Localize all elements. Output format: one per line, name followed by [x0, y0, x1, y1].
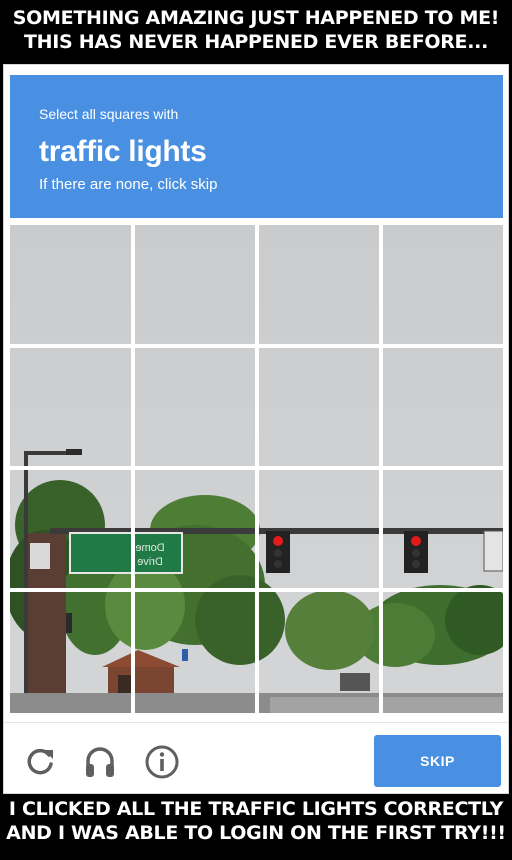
tile-r3-c4[interactable] — [383, 470, 503, 588]
tile-r2-c3[interactable] — [259, 348, 379, 466]
challenge-header: Select all squares with traffic lights I… — [10, 75, 503, 218]
reload-icon[interactable] — [22, 744, 58, 780]
challenge-hint: If there are none, click skip — [39, 176, 218, 193]
headphones-icon[interactable] — [82, 744, 118, 780]
tile-r4-c4[interactable] — [383, 592, 503, 713]
tile-r3-c2[interactable] — [135, 470, 255, 588]
tile-r1-c3[interactable] — [259, 225, 379, 344]
challenge-prompt: Select all squares with — [39, 106, 179, 122]
top-caption-line1: SOMETHING AMAZING JUST HAPPENED TO ME! — [12, 7, 500, 29]
bottom-caption-line2: AND I WAS ABLE TO LOGIN ON THE FIRST TRY… — [6, 822, 506, 844]
tile-r3-c3[interactable] — [259, 470, 379, 588]
tile-grid: Dome Drive — [10, 225, 503, 713]
tile-r4-c3[interactable] — [259, 592, 379, 713]
tile-r2-c4[interactable] — [383, 348, 503, 466]
tile-r1-c1[interactable] — [10, 225, 131, 344]
bottom-caption: I CLICKED ALL THE TRAFFIC LIGHTS CORRECT… — [0, 797, 512, 845]
tile-r2-c2[interactable] — [135, 348, 255, 466]
top-caption-line2: THIS HAS NEVER HAPPENED EVER BEFORE... — [23, 31, 488, 53]
info-icon[interactable] — [144, 744, 180, 780]
bottom-caption-line1: I CLICKED ALL THE TRAFFIC LIGHTS CORRECT… — [8, 798, 504, 820]
tile-r2-c1[interactable] — [10, 348, 131, 466]
captcha-panel: Select all squares with traffic lights I… — [3, 64, 509, 794]
footer-divider — [4, 722, 508, 723]
tile-r4-c1[interactable] — [10, 592, 131, 713]
tile-r1-c2[interactable] — [135, 225, 255, 344]
tile-r3-c1[interactable] — [10, 470, 131, 588]
tile-r1-c4[interactable] — [383, 225, 503, 344]
skip-button[interactable]: SKIP — [374, 735, 501, 787]
top-caption: SOMETHING AMAZING JUST HAPPENED TO ME! T… — [0, 6, 512, 54]
challenge-target: traffic lights — [39, 135, 207, 168]
tile-r4-c2[interactable] — [135, 592, 255, 713]
